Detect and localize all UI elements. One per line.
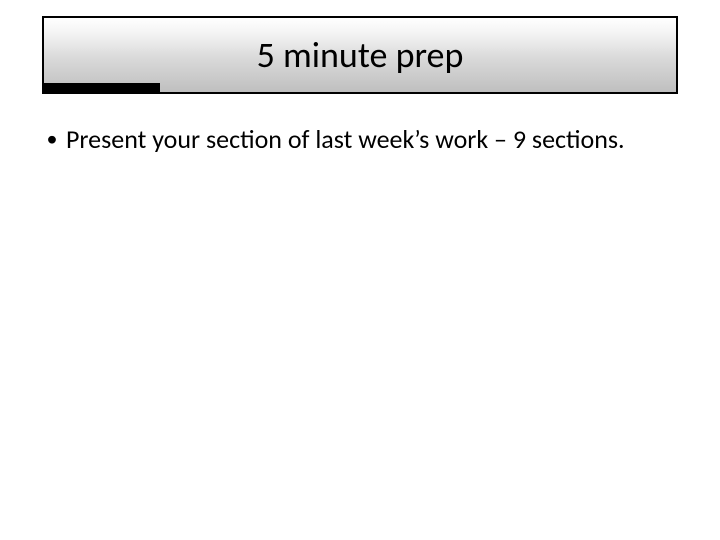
title-underline-tab (42, 83, 160, 94)
slide: 5 minute prep • Present your section of … (0, 0, 720, 540)
bullet-icon: • (38, 124, 66, 153)
bullet-text: Present your section of last week’s work… (66, 124, 682, 156)
list-item: • Present your section of last week’s wo… (38, 124, 682, 156)
slide-title: 5 minute prep (257, 33, 464, 77)
body-area: • Present your section of last week’s wo… (38, 124, 682, 156)
